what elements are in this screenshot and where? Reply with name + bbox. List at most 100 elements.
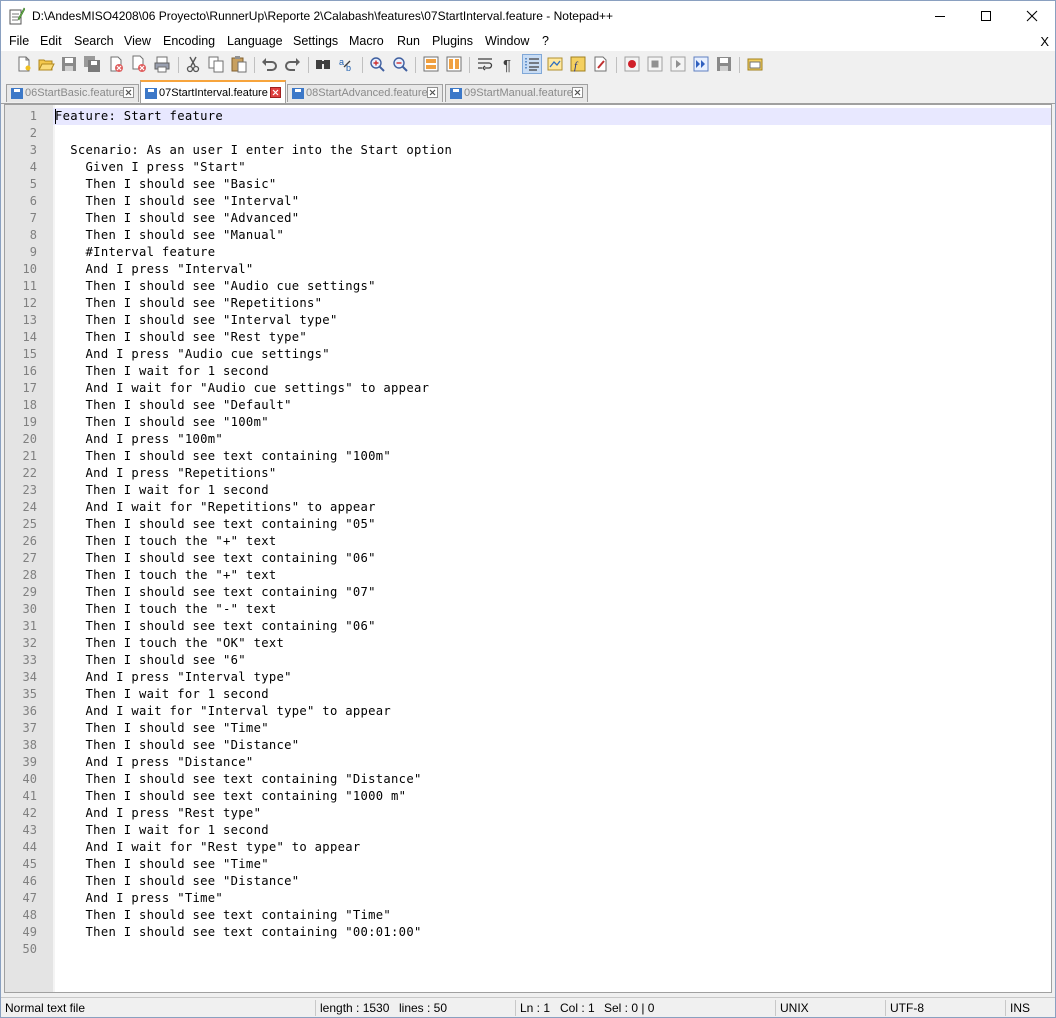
save-all-icon[interactable] bbox=[83, 55, 101, 73]
maximize-button[interactable] bbox=[963, 1, 1009, 31]
code-line[interactable]: 35 Then I wait for 1 second bbox=[5, 686, 1051, 703]
menu-plugins[interactable]: Plugins bbox=[432, 34, 473, 48]
code-line[interactable]: 28 Then I touch the "+" text bbox=[5, 567, 1051, 584]
indent-guide-icon[interactable] bbox=[522, 54, 542, 74]
save-macro-icon[interactable] bbox=[715, 55, 733, 73]
code-line[interactable]: 20 And I press "100m" bbox=[5, 431, 1051, 448]
code-line[interactable]: 27 Then I should see text containing "06… bbox=[5, 550, 1051, 567]
paste-icon[interactable] bbox=[230, 55, 248, 73]
code-line[interactable]: 11 Then I should see "Audio cue settings… bbox=[5, 278, 1051, 295]
menu-help[interactable]: ? bbox=[542, 34, 549, 48]
menu-settings[interactable]: Settings bbox=[293, 34, 338, 48]
cut-icon[interactable] bbox=[184, 55, 202, 73]
code-line[interactable]: 40 Then I should see text containing "Di… bbox=[5, 771, 1051, 788]
code-line[interactable]: 33 Then I should see "6" bbox=[5, 652, 1051, 669]
code-line[interactable]: 15 And I press "Audio cue settings" bbox=[5, 346, 1051, 363]
menu-edit[interactable]: Edit bbox=[40, 34, 62, 48]
function-list-icon[interactable]: f bbox=[569, 55, 587, 73]
status-mode[interactable]: INS bbox=[1010, 1001, 1030, 1015]
launch-browser-icon[interactable] bbox=[746, 55, 764, 73]
code-line[interactable]: 47 And I press "Time" bbox=[5, 890, 1051, 907]
code-line[interactable]: 46 Then I should see "Distance" bbox=[5, 873, 1051, 890]
close-all-icon[interactable] bbox=[130, 55, 148, 73]
close-window-button[interactable] bbox=[1009, 1, 1055, 31]
code-line[interactable]: 25 Then I should see text containing "05… bbox=[5, 516, 1051, 533]
close-document-button[interactable]: X bbox=[1040, 34, 1049, 49]
code-line[interactable]: 3 Scenario: As an user I enter into the … bbox=[5, 142, 1051, 159]
replace-icon[interactable]: ab bbox=[338, 55, 356, 73]
tab-06startbasic[interactable]: 06StartBasic.feature bbox=[6, 84, 139, 102]
find-icon[interactable] bbox=[314, 55, 332, 73]
code-line[interactable]: 13 Then I should see "Interval type" bbox=[5, 312, 1051, 329]
code-line[interactable]: 34 And I press "Interval type" bbox=[5, 669, 1051, 686]
zoom-in-icon[interactable] bbox=[368, 55, 386, 73]
save-icon[interactable] bbox=[60, 55, 78, 73]
close-tab-icon[interactable] bbox=[427, 87, 438, 98]
code-line[interactable]: 49 Then I should see text containing "00… bbox=[5, 924, 1051, 941]
tab-09startmanual[interactable]: 09StartManual.feature bbox=[445, 84, 588, 102]
doc-map-icon[interactable] bbox=[546, 55, 564, 73]
print-icon[interactable] bbox=[153, 55, 171, 73]
code-line[interactable]: 4 Given I press "Start" bbox=[5, 159, 1051, 176]
status-encoding[interactable]: UTF-8 bbox=[890, 1001, 924, 1015]
code-line[interactable]: 24 And I wait for "Repetitions" to appea… bbox=[5, 499, 1051, 516]
code-line[interactable]: 36 And I wait for "Interval type" to app… bbox=[5, 703, 1051, 720]
copy-icon[interactable] bbox=[207, 55, 225, 73]
code-line[interactable]: 1 Feature: Start feature bbox=[5, 108, 1051, 125]
code-line[interactable]: 2 bbox=[5, 125, 1051, 142]
menu-search[interactable]: Search bbox=[74, 34, 114, 48]
record-macro-icon[interactable] bbox=[623, 55, 641, 73]
code-line[interactable]: 50 bbox=[5, 941, 1051, 958]
folder-as-workspace-icon[interactable] bbox=[592, 55, 610, 73]
tab-07startinterval[interactable]: 07StartInterval.feature bbox=[140, 80, 286, 103]
sync-vertical-icon[interactable] bbox=[422, 55, 440, 73]
code-line[interactable]: 45 Then I should see "Time" bbox=[5, 856, 1051, 873]
code-line[interactable]: 9 #Interval feature bbox=[5, 244, 1051, 261]
code-line[interactable]: 10 And I press "Interval" bbox=[5, 261, 1051, 278]
zoom-out-icon[interactable] bbox=[391, 55, 409, 73]
menu-file[interactable]: File bbox=[9, 34, 29, 48]
menu-macro[interactable]: Macro bbox=[349, 34, 384, 48]
code-line[interactable]: 12 Then I should see "Repetitions" bbox=[5, 295, 1051, 312]
undo-icon[interactable] bbox=[260, 55, 278, 73]
code-line[interactable]: 37 Then I should see "Time" bbox=[5, 720, 1051, 737]
status-eol[interactable]: UNIX bbox=[780, 1001, 809, 1015]
code-line[interactable]: 48 Then I should see text containing "Ti… bbox=[5, 907, 1051, 924]
text-editor[interactable]: 1 Feature: Start feature 2 3 Scenario: As a… bbox=[4, 104, 1052, 993]
run-macro-multiple-icon[interactable] bbox=[692, 55, 710, 73]
menu-encoding[interactable]: Encoding bbox=[163, 34, 215, 48]
play-macro-icon[interactable] bbox=[669, 55, 687, 73]
code-line[interactable]: 14 Then I should see "Rest type" bbox=[5, 329, 1051, 346]
tab-08startadvanced[interactable]: 08StartAdvanced.feature bbox=[287, 84, 443, 102]
close-icon[interactable] bbox=[107, 55, 125, 73]
code-line[interactable]: 41 Then I should see text containing "10… bbox=[5, 788, 1051, 805]
code-line[interactable]: 8 Then I should see "Manual" bbox=[5, 227, 1051, 244]
code-line[interactable]: 38 Then I should see "Distance" bbox=[5, 737, 1051, 754]
minimize-button[interactable] bbox=[917, 1, 963, 31]
code-line[interactable]: 17 And I wait for "Audio cue settings" t… bbox=[5, 380, 1051, 397]
code-line[interactable]: 30 Then I touch the "-" text bbox=[5, 601, 1051, 618]
code-line[interactable]: 19 Then I should see "100m" bbox=[5, 414, 1051, 431]
menu-window[interactable]: Window bbox=[485, 34, 529, 48]
close-tab-icon[interactable] bbox=[270, 87, 281, 98]
stop-record-icon[interactable] bbox=[646, 55, 664, 73]
code-line[interactable]: 16 Then I wait for 1 second bbox=[5, 363, 1051, 380]
code-line[interactable]: 5 Then I should see "Basic" bbox=[5, 176, 1051, 193]
show-all-chars-icon[interactable]: ¶ bbox=[499, 55, 517, 73]
code-line[interactable]: 26 Then I touch the "+" text bbox=[5, 533, 1051, 550]
redo-icon[interactable] bbox=[284, 55, 302, 73]
menu-view[interactable]: View bbox=[124, 34, 151, 48]
sync-horizontal-icon[interactable] bbox=[445, 55, 463, 73]
code-line[interactable]: 6 Then I should see "Interval" bbox=[5, 193, 1051, 210]
code-line[interactable]: 31 Then I should see text containing "06… bbox=[5, 618, 1051, 635]
code-line[interactable]: 7 Then I should see "Advanced" bbox=[5, 210, 1051, 227]
code-line[interactable]: 32 Then I touch the "OK" text bbox=[5, 635, 1051, 652]
code-line[interactable]: 18 Then I should see "Default" bbox=[5, 397, 1051, 414]
word-wrap-icon[interactable] bbox=[476, 55, 494, 73]
code-line[interactable]: 23 Then I wait for 1 second bbox=[5, 482, 1051, 499]
code-line[interactable]: 42 And I press "Rest type" bbox=[5, 805, 1051, 822]
menu-run[interactable]: Run bbox=[397, 34, 420, 48]
code-line[interactable]: 43 Then I wait for 1 second bbox=[5, 822, 1051, 839]
code-line[interactable]: 29 Then I should see text containing "07… bbox=[5, 584, 1051, 601]
code-line[interactable]: 39 And I press "Distance" bbox=[5, 754, 1051, 771]
